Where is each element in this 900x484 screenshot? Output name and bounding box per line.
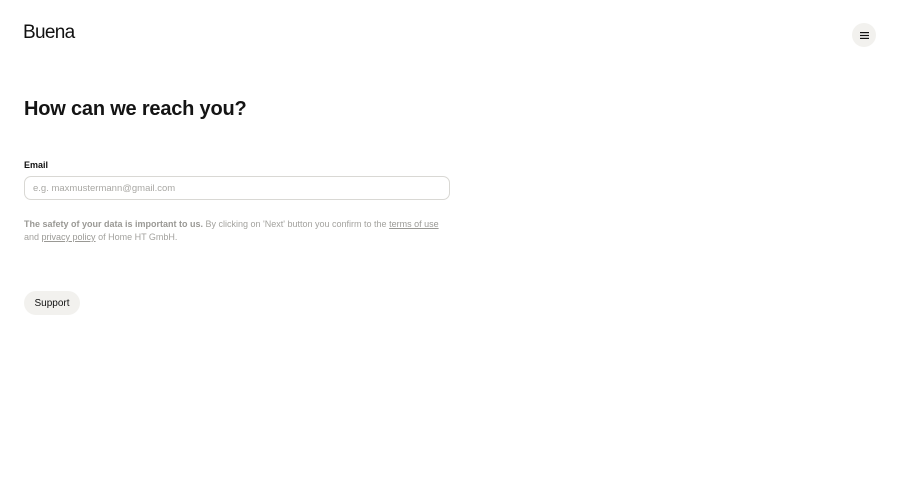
email-field[interactable] xyxy=(24,176,450,200)
privacy-policy-link[interactable]: privacy policy xyxy=(42,232,96,242)
consent-text-2: and xyxy=(24,232,42,242)
hamburger-menu-icon xyxy=(859,31,869,39)
terms-of-use-link[interactable]: terms of use xyxy=(389,219,439,229)
data-consent-text: The safety of your data is important to … xyxy=(24,218,454,244)
consent-bold-text: The safety of your data is important to … xyxy=(24,219,204,229)
consent-text-3: of Home HT GmbH. xyxy=(95,232,178,242)
page-title: How can we reach you? xyxy=(24,98,247,120)
buena-logo[interactable]: Buena xyxy=(23,22,75,44)
page: Buena How can we reach you? Email The sa… xyxy=(0,0,900,484)
consent-text-1: By clicking on 'Next' button you confirm… xyxy=(203,219,390,229)
email-label: Email xyxy=(24,160,49,170)
menu-button[interactable] xyxy=(852,23,876,47)
support-button[interactable]: Support xyxy=(24,291,80,315)
